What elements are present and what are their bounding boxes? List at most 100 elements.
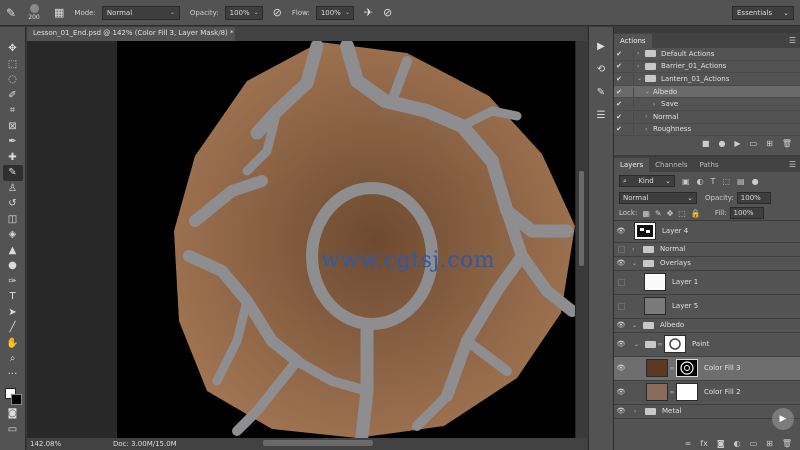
- clone-stamp-tool-icon[interactable]: ♙: [3, 181, 23, 197]
- frame-tool-icon[interactable]: ⊠: [3, 119, 23, 135]
- dialog-toggle[interactable]: [624, 124, 634, 135]
- filter-kind-dropdown[interactable]: ⌕ Kind ⌄: [619, 175, 675, 187]
- adjustments-panel-icon[interactable]: ☰: [592, 106, 610, 124]
- eye-icon[interactable]: 👁: [614, 388, 628, 396]
- chevron-right-icon[interactable]: ›: [632, 246, 640, 253]
- new-set-icon[interactable]: ▭: [750, 139, 758, 148]
- chevron-down-icon[interactable]: ⌄: [634, 341, 642, 348]
- layer-mask-thumbnail[interactable]: [676, 383, 698, 401]
- document-workspace[interactable]: www.cgtsj.com: [27, 41, 576, 438]
- lock-transparent-icon[interactable]: ▦: [642, 209, 650, 218]
- zoom-level[interactable]: 142.08%: [27, 440, 61, 448]
- link-icon[interactable]: ∞: [668, 365, 676, 372]
- healing-brush-tool-icon[interactable]: ✚: [3, 150, 23, 166]
- layer-row[interactable]: Layer 1: [614, 271, 800, 295]
- layer-row[interactable]: 👁 ∞ Color Fill 2: [614, 381, 800, 405]
- dialog-toggle[interactable]: [624, 111, 634, 122]
- dialog-toggle[interactable]: [624, 48, 634, 59]
- pen-tool-icon[interactable]: ✑: [3, 274, 23, 290]
- new-layer-icon[interactable]: ⊞: [766, 439, 773, 448]
- tab-actions[interactable]: Actions: [614, 34, 652, 48]
- blur-tool-icon[interactable]: ▲: [3, 243, 23, 259]
- stop-icon[interactable]: ■: [702, 139, 710, 148]
- brush-settings-icon[interactable]: ▦: [54, 6, 64, 19]
- action-row[interactable]: ✔ › Barrier_01_Actions: [614, 61, 800, 74]
- dialog-toggle[interactable]: [624, 86, 634, 97]
- eye-icon[interactable]: 👁: [614, 407, 628, 415]
- brush-preset-picker[interactable]: 200: [24, 4, 44, 21]
- fill-field[interactable]: 100%: [729, 207, 764, 219]
- vertical-scroll-thumb[interactable]: [579, 171, 584, 266]
- action-row[interactable]: ✔ ⌄ Lantern_01_Actions: [614, 73, 800, 86]
- document-tab[interactable]: Lesson_01_End.psd @ 142% (Color Fill 3, …: [27, 27, 235, 41]
- lock-artboard-icon[interactable]: ⬚: [678, 209, 686, 218]
- line-tool-icon[interactable]: ╱: [3, 320, 23, 336]
- play-icon[interactable]: ▶: [734, 139, 740, 148]
- check-icon[interactable]: ✔: [614, 100, 624, 108]
- eye-icon[interactable]: 👁: [614, 340, 628, 348]
- opacity-field[interactable]: 100% ⌄: [224, 5, 263, 20]
- action-row[interactable]: ✔ › Default Actions: [614, 48, 800, 61]
- brush-tool-icon[interactable]: ✎: [0, 2, 22, 24]
- check-icon[interactable]: ✔: [614, 88, 624, 96]
- chevron-down-icon[interactable]: ⌄: [632, 322, 640, 329]
- layer-row[interactable]: Layer 5: [614, 295, 800, 319]
- action-row[interactable]: ✔ › Roughness: [614, 124, 800, 137]
- workspace-switcher[interactable]: Essentials ⌄: [732, 6, 794, 20]
- panel-menu-icon[interactable]: ☰: [789, 36, 796, 45]
- record-icon[interactable]: ●: [718, 139, 725, 148]
- canvas[interactable]: [117, 41, 576, 438]
- chevron-right-icon[interactable]: ›: [637, 63, 645, 70]
- dodge-tool-icon[interactable]: ●: [3, 258, 23, 274]
- layer-group-row[interactable]: › Normal: [614, 243, 800, 257]
- layer-opacity-field[interactable]: 100%: [736, 192, 771, 204]
- eye-icon[interactable]: 👁: [614, 259, 628, 267]
- quick-mask-icon[interactable]: ◙: [3, 406, 23, 422]
- chevron-right-icon[interactable]: ›: [637, 50, 645, 57]
- chevron-down-icon[interactable]: ⌄: [637, 75, 645, 82]
- layer-mask-thumbnail[interactable]: [676, 359, 698, 377]
- horizontal-scroll-thumb[interactable]: [263, 440, 373, 446]
- check-icon[interactable]: ✔: [614, 62, 624, 70]
- layer-group-row[interactable]: 👁 ⌄ Albedo: [614, 319, 800, 333]
- layer-group-row[interactable]: 👁 ⌄ Overlays: [614, 257, 800, 271]
- action-row[interactable]: ✔ › Normal: [614, 111, 800, 124]
- eraser-tool-icon[interactable]: ◫: [3, 212, 23, 228]
- delete-icon[interactable]: 🗑: [782, 139, 792, 148]
- eye-icon[interactable]: 👁: [614, 321, 628, 329]
- fill-thumbnail[interactable]: [646, 359, 668, 377]
- blend-mode-dropdown[interactable]: Normal ⌄: [619, 192, 697, 204]
- vertical-scrollbar[interactable]: [576, 41, 587, 438]
- adjustment-filter-icon[interactable]: ◐: [697, 177, 704, 186]
- pixel-filter-icon[interactable]: ▣: [682, 177, 690, 186]
- link-icon[interactable]: ∞: [668, 389, 676, 396]
- layer-style-icon[interactable]: fx: [700, 439, 708, 448]
- new-group-icon[interactable]: ▭: [750, 439, 758, 448]
- layer-group-row[interactable]: 👁 ⌄ ∞ Paint: [614, 333, 800, 357]
- type-filter-icon[interactable]: T: [711, 177, 716, 186]
- quick-select-tool-icon[interactable]: ✐: [3, 88, 23, 104]
- move-tool-icon[interactable]: ✥: [3, 41, 23, 57]
- chevron-down-icon[interactable]: ⌄: [632, 260, 640, 267]
- check-icon[interactable]: ✔: [614, 75, 624, 83]
- action-row[interactable]: ✔ ⌄ Albedo: [614, 85, 800, 99]
- tab-channels[interactable]: Channels: [649, 158, 693, 172]
- chevron-down-icon[interactable]: ⌄: [645, 88, 653, 95]
- fill-thumbnail[interactable]: [646, 383, 668, 401]
- marquee-tool-icon[interactable]: ⬚: [3, 57, 23, 73]
- more-tools-icon[interactable]: ···: [3, 367, 23, 383]
- visibility-off-box[interactable]: [614, 302, 628, 310]
- hand-tool-icon[interactable]: ✋: [3, 336, 23, 352]
- eyedropper-tool-icon[interactable]: ✒: [3, 134, 23, 150]
- layer-row[interactable]: 👁 Layer 4: [614, 221, 800, 243]
- chevron-right-icon[interactable]: ›: [634, 408, 642, 415]
- action-row[interactable]: ✔ › Save: [614, 98, 800, 111]
- check-icon[interactable]: ✔: [614, 50, 624, 58]
- airbrush-icon[interactable]: ✈: [364, 6, 373, 19]
- brush-tool-icon[interactable]: ✎: [2, 165, 23, 181]
- history-panel-icon[interactable]: ⟲: [592, 60, 610, 78]
- shape-filter-icon[interactable]: ⬚: [722, 177, 730, 186]
- chevron-right-icon[interactable]: ›: [653, 101, 661, 108]
- dialog-toggle[interactable]: [624, 99, 634, 110]
- history-brush-tool-icon[interactable]: ↺: [3, 196, 23, 212]
